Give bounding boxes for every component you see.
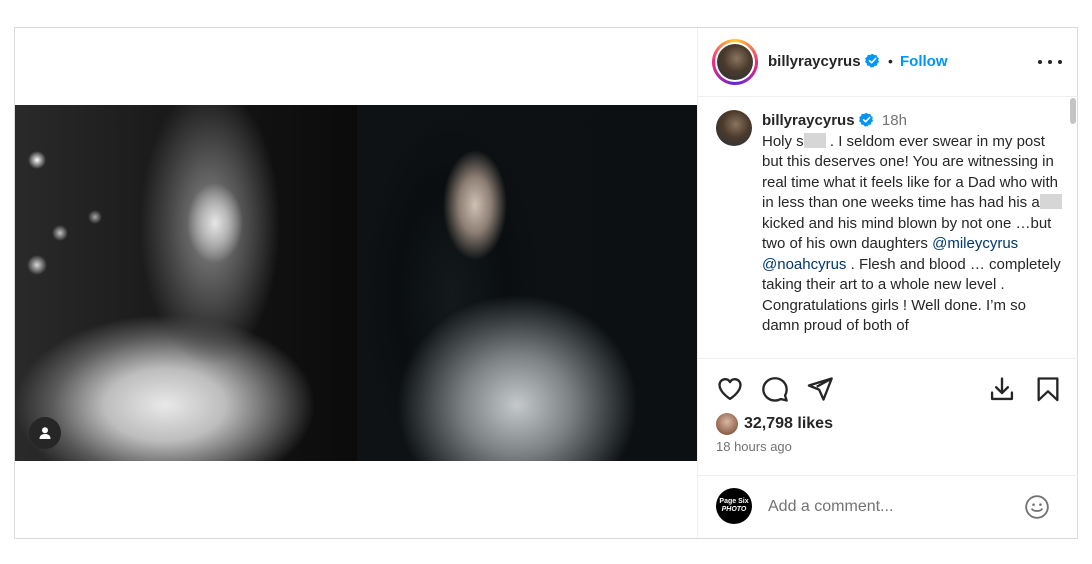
header-username-group[interactable]: billyraycyrus	[768, 53, 880, 70]
photo-left-panel	[15, 105, 357, 461]
more-options-icon[interactable]	[1038, 54, 1062, 70]
verified-badge-icon	[858, 112, 873, 127]
user-tag-icon	[39, 427, 51, 439]
comment-bar: Page Six PHOTO	[698, 475, 1078, 540]
caption-avatar[interactable]	[716, 110, 752, 146]
mention-noahcyrus[interactable]: @noahcyrus	[762, 256, 846, 273]
post-header: billyraycyrus • Follow	[698, 28, 1078, 97]
caption-text-1: Holy s	[762, 132, 804, 150]
avatar[interactable]	[712, 39, 758, 85]
share-icon[interactable]	[806, 375, 834, 403]
bookmark-icon[interactable]	[1034, 375, 1062, 403]
pagesix-photo-text: PHOTO	[721, 506, 747, 513]
likes-row[interactable]: 32,798 likes	[716, 413, 833, 435]
caption: billyraycyrus 18h Holy s . I seldom ever…	[762, 111, 1062, 337]
caption-username[interactable]: billyraycyrus	[762, 112, 855, 129]
follow-button[interactable]: Follow	[900, 53, 948, 70]
media-area	[15, 28, 697, 538]
mention-mileycyrus[interactable]: @mileycyrus	[932, 235, 1018, 252]
comment-icon[interactable]	[761, 375, 789, 403]
post-card: billyraycyrus • Follow billyraycyrus 18h…	[14, 27, 1078, 539]
download-icon[interactable]	[988, 375, 1016, 403]
header-separator: •	[888, 53, 893, 69]
post-photo[interactable]	[15, 105, 697, 461]
emoji-icon[interactable]	[1024, 494, 1050, 520]
heart-icon[interactable]	[716, 375, 744, 403]
liker-avatar[interactable]	[716, 413, 738, 435]
verified-badge-icon	[864, 53, 879, 68]
actions-section: 32,798 likes 18 hours ago Page Six PHOTO	[698, 358, 1078, 539]
viewer-avatar[interactable]: Page Six PHOTO	[716, 488, 752, 524]
photo-right-panel	[357, 105, 697, 461]
side-panel: billyraycyrus • Follow billyraycyrus 18h…	[697, 28, 1078, 539]
censor-block	[803, 132, 826, 148]
caption-time[interactable]: 18h	[882, 112, 907, 129]
censor-block	[1039, 194, 1062, 209]
comments-scrollbar[interactable]	[1070, 98, 1076, 124]
likes-count[interactable]: 32,798 likes	[744, 415, 833, 433]
post-timestamp[interactable]: 18 hours ago	[716, 439, 792, 454]
user-tag-button[interactable]	[29, 417, 61, 449]
pagesix-logo-text: Page Six	[719, 498, 749, 505]
header-username[interactable]: billyraycyrus	[768, 53, 861, 70]
comment-input[interactable]	[766, 494, 1020, 520]
comments-section[interactable]: billyraycyrus 18h Holy s . I seldom ever…	[698, 96, 1078, 358]
